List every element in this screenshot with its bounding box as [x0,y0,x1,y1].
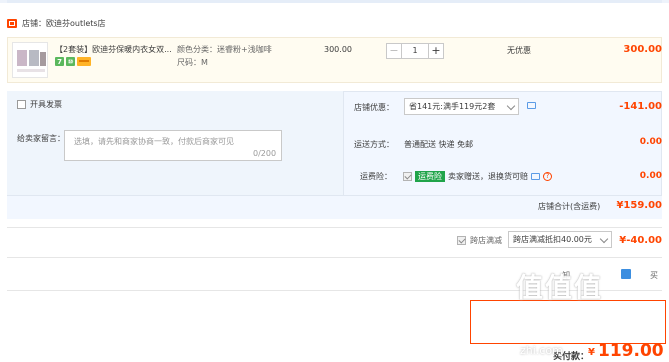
watermark-sub: zhi.com [520,344,563,357]
insurance-text: 卖家赠送，退换货可赔 [448,172,528,181]
seven-day-return-icon: 7 [55,57,64,66]
card-payment-icon [77,57,91,66]
shop-total-value: ¥159.00 [616,200,662,211]
shop-header: 店铺：欧迪芬outlets店 [7,16,106,30]
invoice-label: 开具发票 [30,100,62,109]
qty-plus-button[interactable]: + [428,43,444,59]
shop-icon [7,18,17,28]
payment-amount: 119.00 [598,341,664,361]
comment-icon[interactable] [527,102,536,109]
quantity-stepper: − 1 + [386,43,444,59]
item-thumbnail[interactable] [12,42,48,78]
item-subtotal: 300.00 [623,44,662,55]
insurance-option: 运费险 卖家赠送，退换货可赔 ? [403,171,552,182]
guarantee-icon: ⑩ [66,57,75,66]
shipping-label: 运送方式： [354,140,394,149]
top-border [0,0,669,3]
anonymous-label: 买 [650,271,658,280]
shop-total-label: 店铺合计(含运费) [538,202,601,211]
insurance-value: 0.00 [639,171,662,181]
chevron-down-icon [599,234,609,244]
cross-store-label: 跨店满减 [470,236,502,245]
help-icon[interactable]: ? [543,172,552,181]
message-char-count: 0/200 [253,149,277,158]
insurance-badge: 运费险 [415,171,445,182]
anonymous-checkbox[interactable] [621,269,631,279]
item-discount: 无优惠 [507,46,531,55]
watermark: 值值值 [516,273,603,304]
message-placeholder: 选填，请先和商家协商一致，付款后商家可见 [74,137,234,146]
item-color: 颜色分类：迷睿粉+浅咖啡 [177,45,272,54]
insurance-checkbox[interactable] [403,172,412,181]
shipping-method: 普通配送 快递 免邮 [404,140,474,149]
qty-minus-button[interactable]: − [386,43,402,59]
payment-summary-box [470,300,666,344]
coupon-select[interactable]: 省141元:满手119元2套 [404,98,519,115]
item-title[interactable]: 【2套装】欧迪芬保暖内衣女双... [55,44,173,55]
chevron-down-icon [506,101,516,111]
shipping-value: 0.00 [639,137,662,147]
item-size: 尺码：M [177,58,208,67]
item-price: 300.00 [324,45,352,54]
message-label: 给卖家留言： [17,134,65,143]
cross-store-option: 跨店满减 [457,235,502,246]
invoice-option[interactable]: 开具发票 [17,99,62,110]
item-badges: 7 ⑩ [55,57,91,66]
qty-input[interactable]: 1 [402,43,428,59]
coupon-selected: 省141元:满手119元2套 [409,102,496,111]
divider [7,257,662,258]
cross-store-select[interactable]: 跨店满减抵扣40.00元 [508,231,612,248]
shop-name[interactable]: 店铺：欧迪芬outlets店 [22,18,106,29]
divider [7,227,662,228]
coupon-value: -141.00 [619,101,662,112]
coupon-label: 店铺优惠： [354,103,394,112]
comment-icon[interactable] [531,173,540,180]
cross-store-checkbox[interactable] [457,236,466,245]
payment-currency: ¥ [588,347,595,358]
cross-store-value: ¥-40.00 [619,235,662,246]
cross-store-selected: 跨店满减抵扣40.00元 [513,235,592,244]
invoice-checkbox[interactable] [17,100,26,109]
